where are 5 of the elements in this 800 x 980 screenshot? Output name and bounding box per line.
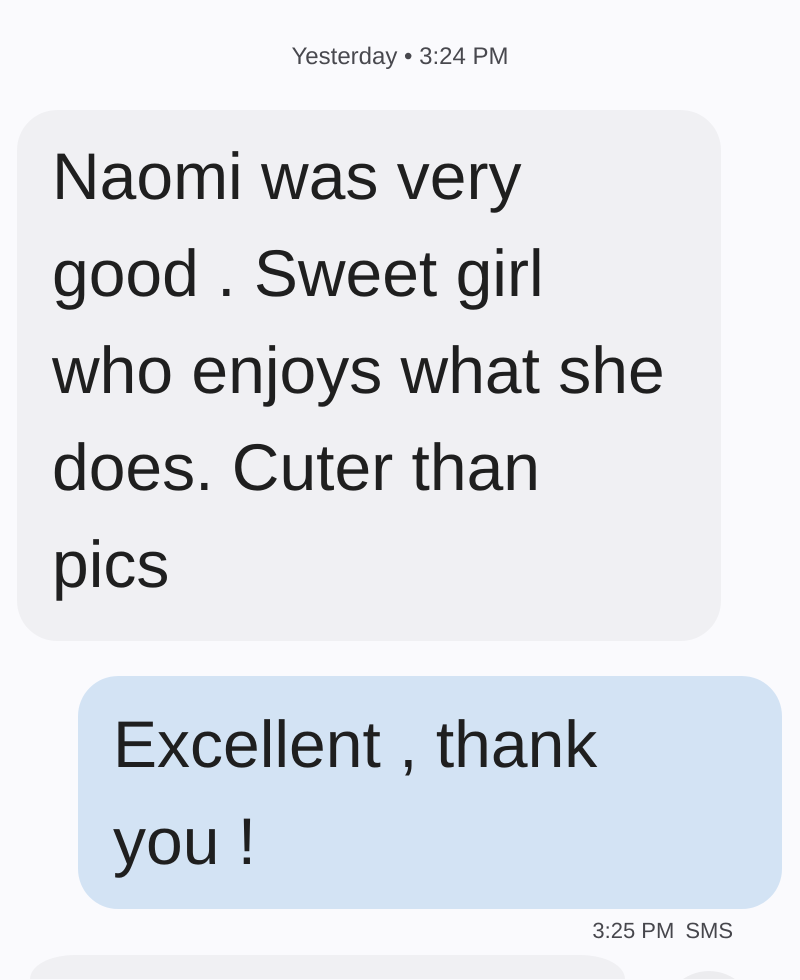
message-text: Excellent , thank you ! xyxy=(113,706,598,880)
message-time: 3:25 PM xyxy=(592,918,674,944)
message-channel: SMS xyxy=(685,918,733,944)
message-text: Naomi was very good . Sweet girl who enjoys what she does. Cuter than pics xyxy=(52,138,666,603)
date-header: Yesterday • 3:24 PM xyxy=(292,43,508,71)
